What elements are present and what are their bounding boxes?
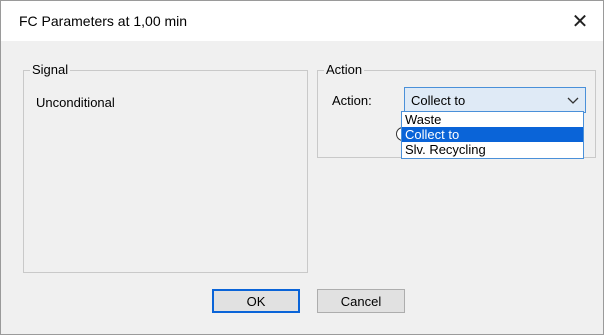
- signal-value: Unconditional: [36, 95, 115, 110]
- signal-group-title: Signal: [30, 62, 71, 77]
- close-icon: ✕: [571, 10, 589, 33]
- action-group-title: Action: [324, 62, 365, 77]
- title-bar: FC Parameters at 1,00 min ✕: [1, 1, 603, 41]
- dropdown-option-slv-recycling[interactable]: Slv. Recycling: [402, 142, 583, 157]
- dropdown-option-waste[interactable]: Waste: [402, 112, 583, 127]
- action-combobox[interactable]: Collect to: [404, 87, 586, 113]
- fc-parameters-dialog: FC Parameters at 1,00 min ✕ Signal Uncon…: [0, 0, 604, 335]
- cancel-button[interactable]: Cancel: [317, 289, 405, 313]
- close-button[interactable]: ✕: [557, 1, 603, 41]
- action-dropdown-list: Waste Collect to Slv. Recycling: [401, 111, 584, 159]
- signal-groupbox: Signal Unconditional: [23, 62, 308, 273]
- dialog-title: FC Parameters at 1,00 min: [19, 13, 188, 29]
- dropdown-option-collect-to[interactable]: Collect to: [402, 127, 583, 142]
- action-combobox-value: Collect to: [411, 93, 466, 108]
- chevron-down-icon[interactable]: [565, 91, 581, 109]
- ok-button[interactable]: OK: [212, 289, 300, 313]
- action-field-label: Action:: [332, 93, 372, 108]
